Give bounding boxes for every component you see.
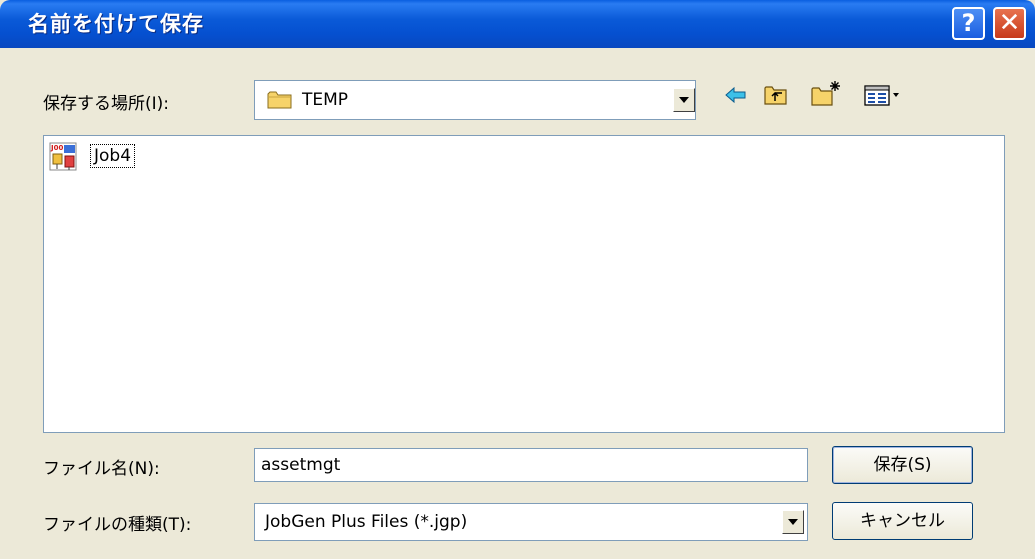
up-folder-icon[interactable]	[763, 83, 789, 107]
help-button[interactable]: ?	[952, 7, 985, 40]
file-type-dropdown-button[interactable]	[782, 510, 804, 534]
view-menu-icon[interactable]	[864, 85, 904, 107]
file-name-label: ファイル名(N):	[43, 459, 160, 479]
help-icon: ?	[961, 9, 976, 37]
save-in-combo[interactable]: TEMP	[254, 80, 696, 120]
file-name-value: assetmgt	[261, 455, 341, 475]
file-type-label: ファイルの種類(T):	[43, 515, 192, 535]
save-as-dialog: 名前を付けて保存 ? ✕ 保存する場所(I): TEMP J00 Job4 ファ…	[0, 0, 1035, 559]
file-type-value: JobGen Plus Files (*.jgp)	[265, 512, 468, 532]
title-bar[interactable]: 名前を付けて保存 ? ✕	[0, 0, 1035, 48]
close-button[interactable]: ✕	[993, 7, 1026, 40]
back-arrow-icon[interactable]	[724, 85, 748, 105]
save-in-label: 保存する場所(I):	[43, 94, 170, 114]
file-type-combo[interactable]: JobGen Plus Files (*.jgp)	[254, 503, 808, 541]
file-name-field[interactable]: assetmgt	[254, 448, 808, 482]
new-folder-icon[interactable]	[810, 79, 842, 107]
folder-icon	[267, 91, 292, 109]
jobgen-file-icon: J00	[49, 142, 77, 171]
cancel-button[interactable]: キャンセル	[832, 502, 973, 540]
file-name-label: Job4	[90, 144, 136, 168]
dialog-title: 名前を付けて保存	[28, 12, 204, 36]
svg-text:J00: J00	[50, 144, 63, 152]
file-list[interactable]: J00 Job4	[43, 135, 1005, 433]
save-in-value: TEMP	[302, 90, 349, 110]
save-in-dropdown-button[interactable]	[673, 88, 695, 112]
close-icon: ✕	[998, 8, 1021, 38]
save-button[interactable]: 保存(S)	[832, 446, 973, 484]
